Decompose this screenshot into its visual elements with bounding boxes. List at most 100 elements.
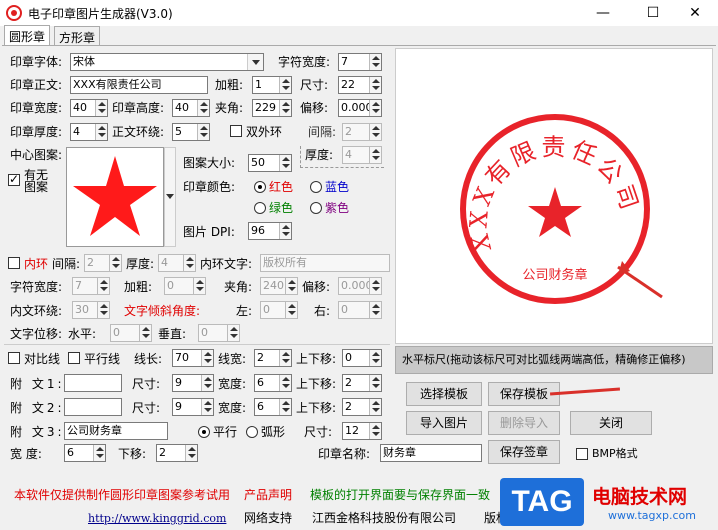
sub3-size-stepper[interactable]: 12 xyxy=(342,422,382,440)
inner-ring-checkbox[interactable] xyxy=(8,257,20,269)
bold-stepper[interactable]: 1 xyxy=(252,76,292,94)
has-pattern-checkbox[interactable] xyxy=(8,172,20,186)
color-blue-label: 蓝色 xyxy=(325,180,350,194)
inner-ring-stepper[interactable]: 30 xyxy=(72,301,110,319)
inner-thick-stepper[interactable]: 4 xyxy=(158,254,196,272)
dpi-stepper[interactable]: 96 xyxy=(248,222,292,240)
inner-gap-label: 间隔: xyxy=(52,257,81,271)
watermark-name: 电脑技术网 xyxy=(592,486,688,508)
bmp-label: BMP格式 xyxy=(592,447,638,460)
offset-stepper[interactable]: 0.000 xyxy=(338,99,382,117)
sub2-size-stepper[interactable]: 9 xyxy=(172,398,214,416)
star-icon xyxy=(73,156,157,236)
bmp-checkbox[interactable] xyxy=(576,448,588,460)
company-text: 江西金格科技股份有限公司 xyxy=(312,511,457,525)
sub2-width-value: 6 xyxy=(257,400,264,413)
sub2-ud-value: 2 xyxy=(345,400,352,413)
line-ud-label: 上下移: xyxy=(296,352,337,366)
watermark-logo: TAG xyxy=(500,478,584,526)
sub1-ud-label: 上下移: xyxy=(296,377,337,391)
inner-gap-stepper[interactable]: 2 xyxy=(84,254,122,272)
sub1-input[interactable] xyxy=(64,374,122,392)
sub1-ud-stepper[interactable]: 2 xyxy=(342,374,382,392)
import-image-button[interactable]: 导入图片 xyxy=(406,411,482,435)
tab-square-seal[interactable]: 方形章 xyxy=(54,26,101,46)
arc-radio[interactable] xyxy=(246,426,258,438)
line-width-stepper[interactable]: 2 xyxy=(254,349,292,367)
color-purple-radio[interactable] xyxy=(310,202,322,214)
spin-icon xyxy=(95,100,107,116)
inner-text-input[interactable]: 版权所有 xyxy=(260,254,390,272)
font-select[interactable]: 宋体 xyxy=(70,53,264,71)
pattern-thick-stepper[interactable]: 4 xyxy=(342,146,382,164)
inner-charwidth-stepper[interactable]: 7 xyxy=(72,277,110,295)
sub3-input[interactable]: 公司财务章 xyxy=(64,422,168,440)
seal-name-input[interactable]: 财务章 xyxy=(380,444,482,462)
parallel-line-checkbox[interactable] xyxy=(68,352,80,364)
pattern-size-label: 图案大小: xyxy=(183,156,236,170)
width-label: 印章宽度: xyxy=(10,101,63,115)
ring-stepper[interactable]: 5 xyxy=(172,123,210,141)
spin-icon xyxy=(201,375,213,391)
color-blue-radio[interactable] xyxy=(310,181,322,193)
ring-label: 正文环绕: xyxy=(112,125,165,139)
angle-stepper[interactable]: 229 xyxy=(252,99,292,117)
spin-icon xyxy=(279,155,291,171)
offset-label: 偏移: xyxy=(300,101,329,115)
color-red-radio[interactable] xyxy=(254,181,266,193)
tab-round-seal[interactable]: 圆形章 xyxy=(4,25,51,46)
shift-h-label: 水平: xyxy=(68,327,97,341)
spin-icon xyxy=(97,302,109,318)
sub2-input[interactable] xyxy=(64,398,122,416)
seal-text-input[interactable]: XXX有限责任公司 xyxy=(70,76,208,94)
statement-link[interactable]: 产品声明 xyxy=(244,487,292,503)
sub2-width-stepper[interactable]: 6 xyxy=(254,398,292,416)
tilt-left-stepper[interactable]: 0 xyxy=(260,301,298,319)
line-length-stepper[interactable]: 70 xyxy=(172,349,214,367)
gap-stepper[interactable]: 2 xyxy=(342,123,382,141)
website-link[interactable]: http://www.kinggrid.com xyxy=(88,511,226,527)
line-ud-stepper[interactable]: 0 xyxy=(342,349,382,367)
flat-label: 平行 xyxy=(213,425,238,439)
sub2-size-value: 9 xyxy=(175,400,182,413)
inner-angle-stepper[interactable]: 240 xyxy=(260,277,298,295)
compare-line-checkbox[interactable] xyxy=(8,352,20,364)
thick-stepper[interactable]: 4 xyxy=(70,123,108,141)
close-window-button[interactable]: ✕ xyxy=(672,0,718,26)
tilt-right-stepper[interactable]: 0 xyxy=(338,301,382,319)
minimize-button[interactable]: — xyxy=(580,0,626,26)
close-button[interactable]: 关闭 xyxy=(570,411,652,435)
select-template-button[interactable]: 选择模板 xyxy=(406,382,482,406)
sub1-size-stepper[interactable]: 9 xyxy=(172,374,214,392)
pattern-preview[interactable] xyxy=(66,147,164,247)
color-green-radio[interactable] xyxy=(254,202,266,214)
pattern-size-stepper[interactable]: 50 xyxy=(248,154,292,172)
delete-import-button[interactable]: 删除导入 xyxy=(488,411,560,435)
center-pattern-label: 中心图案: xyxy=(10,148,63,162)
horizontal-ruler[interactable]: 水平标尺(拖动该标尺可对比弧线两端高低，精确修正偏移) xyxy=(395,346,713,374)
spin-icon xyxy=(285,278,297,294)
double-ring-checkbox[interactable] xyxy=(230,125,242,137)
width-stepper[interactable]: 40 xyxy=(70,99,108,117)
pattern-dropdown[interactable] xyxy=(164,147,176,247)
inner-charwidth-label: 字符宽度: xyxy=(10,280,63,294)
shift-v-stepper[interactable]: 0 xyxy=(198,324,240,342)
tilt-right-value: 0 xyxy=(341,303,348,316)
sub2-label: 附 文2: xyxy=(10,401,65,415)
sub1-width-stepper[interactable]: 6 xyxy=(254,374,292,392)
maximize-button[interactable]: ☐ xyxy=(630,0,676,26)
flat-radio[interactable] xyxy=(198,426,210,438)
size-stepper[interactable]: 22 xyxy=(338,76,382,94)
height-stepper[interactable]: 40 xyxy=(172,99,210,117)
save-seal-button[interactable]: 保存签章 xyxy=(488,440,560,464)
inner-offset-stepper[interactable]: 0.000 xyxy=(338,277,382,295)
sub2-ud-stepper[interactable]: 2 xyxy=(342,398,382,416)
inner-bold-stepper[interactable]: 0 xyxy=(164,277,206,295)
inner-angle-label: 夹角: xyxy=(224,280,253,294)
shift-h-stepper[interactable]: 0 xyxy=(110,324,152,342)
spin-icon xyxy=(369,124,381,140)
sub4-width-stepper[interactable]: 6 xyxy=(64,444,106,462)
pattern-thick-value: 4 xyxy=(345,148,352,161)
sub4-ud-stepper[interactable]: 2 xyxy=(156,444,198,462)
charwidth-stepper[interactable]: 7 xyxy=(338,53,382,71)
